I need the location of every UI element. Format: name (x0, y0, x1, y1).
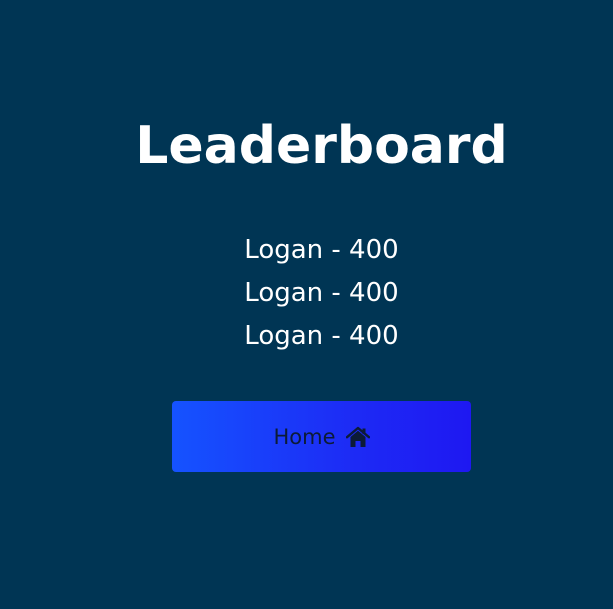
home-button[interactable]: Home (172, 401, 471, 472)
list-item: Logan - 400 (244, 235, 399, 265)
page-title: Leaderboard (135, 116, 508, 176)
list-item: Logan - 400 (244, 278, 399, 308)
score-list: Logan - 400 Logan - 400 Logan - 400 (0, 229, 613, 358)
home-button-label: Home (273, 424, 336, 449)
home-icon (345, 426, 370, 448)
list-item: Logan - 400 (244, 321, 399, 351)
leaderboard-screen: Leaderboard Logan - 400 Logan - 400 Loga… (0, 0, 613, 609)
